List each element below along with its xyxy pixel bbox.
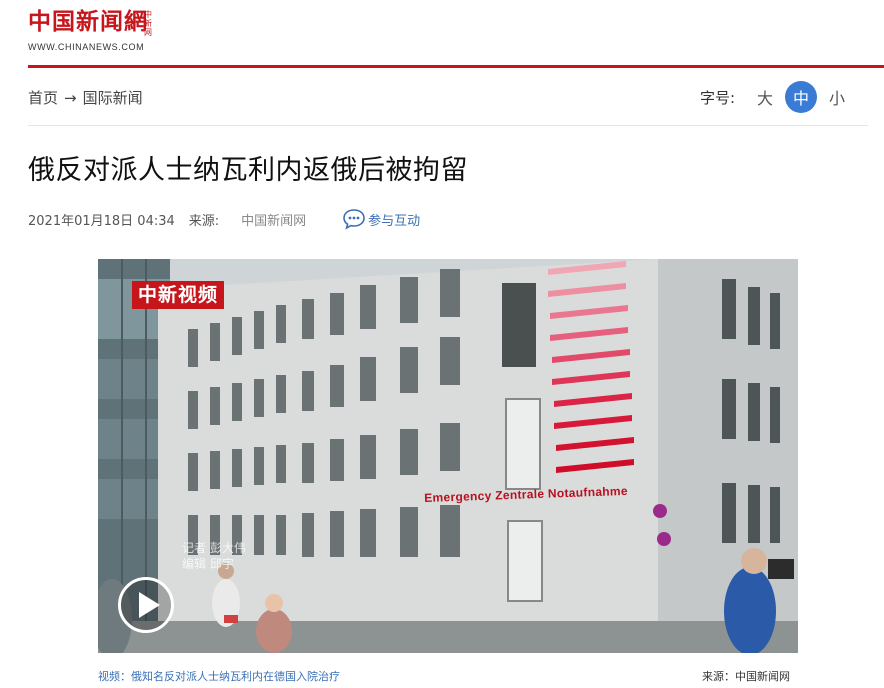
source-label: 来源: (188, 213, 220, 229)
comment-bubble-icon (343, 209, 365, 230)
font-size-label: 字号: (700, 88, 736, 107)
reporter-line-1: 记者 彭大伟 (182, 541, 246, 555)
logo-chinese-text: 中国新闻網 (28, 8, 148, 35)
breadcrumb: 首页 → 国际新闻 (28, 87, 143, 108)
logo-url-text: WWW.CHINANEWS.COM (28, 42, 145, 52)
article-meta: 2021年01月18日 04:34 来源: 中国新闻网 参与互动 (28, 208, 420, 230)
article-datetime: 2021年01月18日 04:34 (28, 213, 175, 229)
font-size-medium-button[interactable]: 中 (785, 81, 818, 113)
font-size-small-button[interactable]: 小 (821, 81, 853, 113)
video-frame-image (98, 259, 798, 653)
site-logo[interactable]: 中国新闻網 中新网 WWW.CHINANEWS.COM (28, 8, 158, 52)
reporter-line-2: 编辑 邱宇 (182, 557, 234, 571)
logo-vertical-text: 中新网 (144, 10, 152, 37)
source-name: 中国新闻网 (241, 213, 307, 229)
article-title: 俄反对派人士纳瓦利内返俄后被拘留 (28, 155, 468, 186)
video-caption-link[interactable]: 视频：俄知名反对派人士纳瓦利内在德国入院治疗 (98, 668, 340, 684)
video-caption-source: 来源：中国新闻网 (702, 670, 790, 683)
interact-label: 参与互动 (368, 213, 421, 229)
font-size-switcher: 字号: 大 中 小 (700, 80, 857, 114)
interact-link[interactable]: 参与互动 (342, 208, 420, 230)
breadcrumb-home-link[interactable]: 首页 (28, 87, 58, 108)
breadcrumb-section-link[interactable]: 国际新闻 (83, 87, 143, 108)
header-red-divider (28, 65, 884, 68)
video-reporter-credit: 记者 彭大伟 编辑 邱宇 (182, 540, 246, 572)
breadcrumb-divider (28, 125, 868, 126)
play-icon (138, 592, 160, 618)
breadcrumb-arrow-icon: → (64, 88, 77, 107)
play-button[interactable] (118, 577, 174, 633)
video-player[interactable]: 中新视频 记者 彭大伟 编辑 邱宇 Emergency Zentrale Not… (98, 259, 798, 653)
video-watermark: 中新视频 (132, 281, 225, 309)
font-size-large-button[interactable]: 大 (749, 81, 781, 113)
